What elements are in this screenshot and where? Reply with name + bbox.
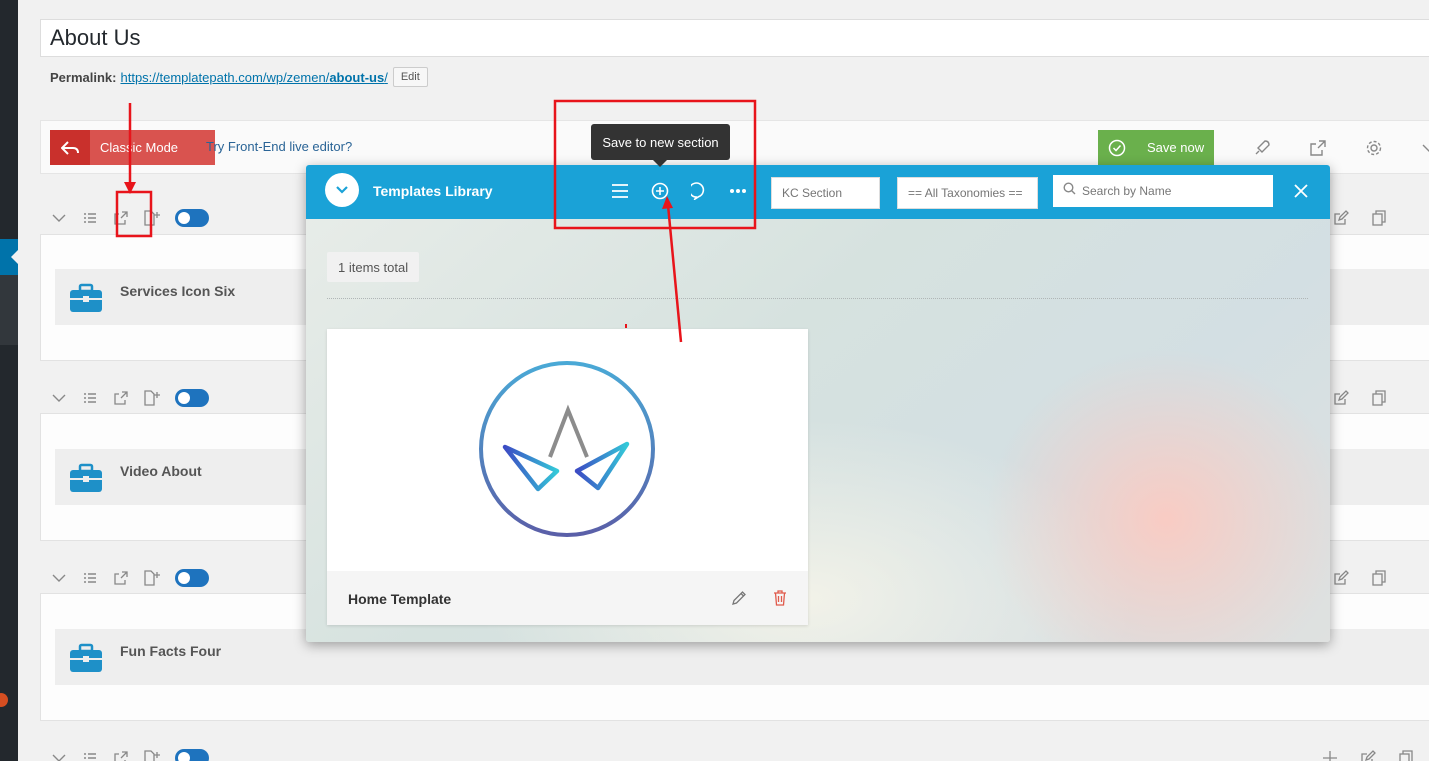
row-toolbar <box>40 562 275 594</box>
check-circle-icon <box>1098 139 1136 157</box>
sidebar-submenu <box>0 275 18 345</box>
section-filter-input[interactable] <box>771 177 880 209</box>
close-icon <box>1294 184 1308 198</box>
classic-mode-button[interactable]: Classic Mode <box>50 130 215 165</box>
permalink-trailing: / <box>384 69 388 85</box>
row-right-tools <box>1318 748 1418 761</box>
template-thumbnail[interactable] <box>327 329 808 571</box>
row-right-tools <box>1329 568 1391 588</box>
template-card-footer: Home Template <box>327 571 808 625</box>
crown-logo-icon <box>479 361 655 537</box>
element-label: Video About <box>120 463 202 479</box>
permalink-base: https://templatepath.com/wp/zemen/ <box>120 69 330 85</box>
list-icon[interactable] <box>79 747 101 761</box>
add-page-icon[interactable] <box>141 207 163 229</box>
taxonomy-filter-select[interactable] <box>897 177 1038 209</box>
row-visibility-toggle[interactable] <box>175 209 209 227</box>
templates-library-modal: Templates Library 1 items total <box>306 165 1330 642</box>
collapse-button[interactable] <box>325 173 359 207</box>
modal-title: Templates Library <box>373 183 493 199</box>
element-label: Fun Facts Four <box>120 643 222 659</box>
move-icon[interactable] <box>1318 748 1342 761</box>
briefcase-icon <box>69 643 103 673</box>
export-icon[interactable] <box>110 387 132 409</box>
briefcase-icon <box>69 283 103 313</box>
copy-icon[interactable] <box>1367 208 1391 228</box>
copy-icon[interactable] <box>1394 748 1418 761</box>
annotation-arrowhead <box>124 182 136 194</box>
permalink-bar: Permalink: https://templatepath.com/wp/z… <box>50 67 428 87</box>
sidebar-active-item[interactable] <box>0 239 19 275</box>
save-label: Save now <box>1147 140 1205 155</box>
gear-icon[interactable] <box>1363 137 1385 159</box>
collapse-chevron-icon[interactable] <box>48 747 70 761</box>
back-arrow-icon <box>50 130 90 165</box>
template-card[interactable]: Home Template <box>327 329 808 625</box>
list-icon[interactable] <box>79 387 101 409</box>
edit-icon[interactable] <box>1329 208 1353 228</box>
export-icon[interactable] <box>110 567 132 589</box>
chevron-down-icon[interactable] <box>1418 137 1429 159</box>
classic-mode-label: Classic Mode <box>100 140 179 155</box>
modal-header: Templates Library <box>306 165 1330 219</box>
export-icon[interactable] <box>110 207 132 229</box>
more-dots-icon[interactable] <box>726 179 750 203</box>
row-visibility-toggle[interactable] <box>175 389 209 407</box>
add-circle-icon[interactable] <box>648 179 672 203</box>
trash-icon[interactable] <box>770 588 790 608</box>
export-icon[interactable] <box>110 747 132 761</box>
search-input[interactable] <box>1082 184 1262 198</box>
menu-icon[interactable] <box>608 179 632 203</box>
tooltip: Save to new section <box>591 124 730 167</box>
add-page-icon[interactable] <box>141 567 163 589</box>
admin-sidebar <box>0 0 19 761</box>
divider <box>327 298 1308 299</box>
speech-bubble-icon[interactable] <box>688 179 712 203</box>
notification-badge <box>0 693 8 707</box>
permalink-label: Permalink: <box>50 69 117 85</box>
post-title-input[interactable] <box>40 19 1429 57</box>
row-right-tools <box>1329 208 1391 228</box>
add-page-icon[interactable] <box>141 747 163 761</box>
export-icon[interactable] <box>1307 137 1329 159</box>
list-icon[interactable] <box>79 567 101 589</box>
collapse-chevron-icon[interactable] <box>48 207 70 229</box>
search-field[interactable] <box>1053 175 1273 207</box>
collapse-chevron-icon[interactable] <box>48 567 70 589</box>
close-button[interactable] <box>1290 180 1312 202</box>
row-toolbar <box>40 202 275 234</box>
row-visibility-toggle[interactable] <box>175 569 209 587</box>
items-total-badge: 1 items total <box>327 252 420 282</box>
permalink-edit-button[interactable]: Edit <box>392 67 428 87</box>
copy-icon[interactable] <box>1367 388 1391 408</box>
edit-icon[interactable] <box>1329 568 1353 588</box>
row-toolbar <box>40 382 275 414</box>
collapse-chevron-icon[interactable] <box>48 387 70 409</box>
permalink-link[interactable]: https://templatepath.com/wp/zemen/about-… <box>120 70 387 85</box>
search-icon <box>1063 182 1076 200</box>
modal-body: 1 items total Home Template <box>306 219 1330 642</box>
chevron-down-icon <box>336 186 348 194</box>
element-label: Services Icon Six <box>120 283 236 299</box>
add-page-icon[interactable] <box>141 387 163 409</box>
pencil-icon[interactable] <box>729 588 749 608</box>
template-name: Home Template <box>348 591 452 607</box>
row-visibility-toggle[interactable] <box>175 749 209 761</box>
edit-icon[interactable] <box>1329 388 1353 408</box>
edit-icon[interactable] <box>1356 748 1380 761</box>
row-toolbar <box>40 742 275 761</box>
rocket-icon[interactable] <box>1251 137 1273 159</box>
copy-icon[interactable] <box>1367 568 1391 588</box>
permalink-slug: about-us <box>329 69 385 85</box>
list-icon[interactable] <box>79 207 101 229</box>
frontend-editor-link[interactable]: Try Front-End live editor? <box>206 139 352 154</box>
row-right-tools <box>1329 388 1391 408</box>
briefcase-icon <box>69 463 103 493</box>
save-button[interactable]: Save now <box>1098 130 1214 165</box>
